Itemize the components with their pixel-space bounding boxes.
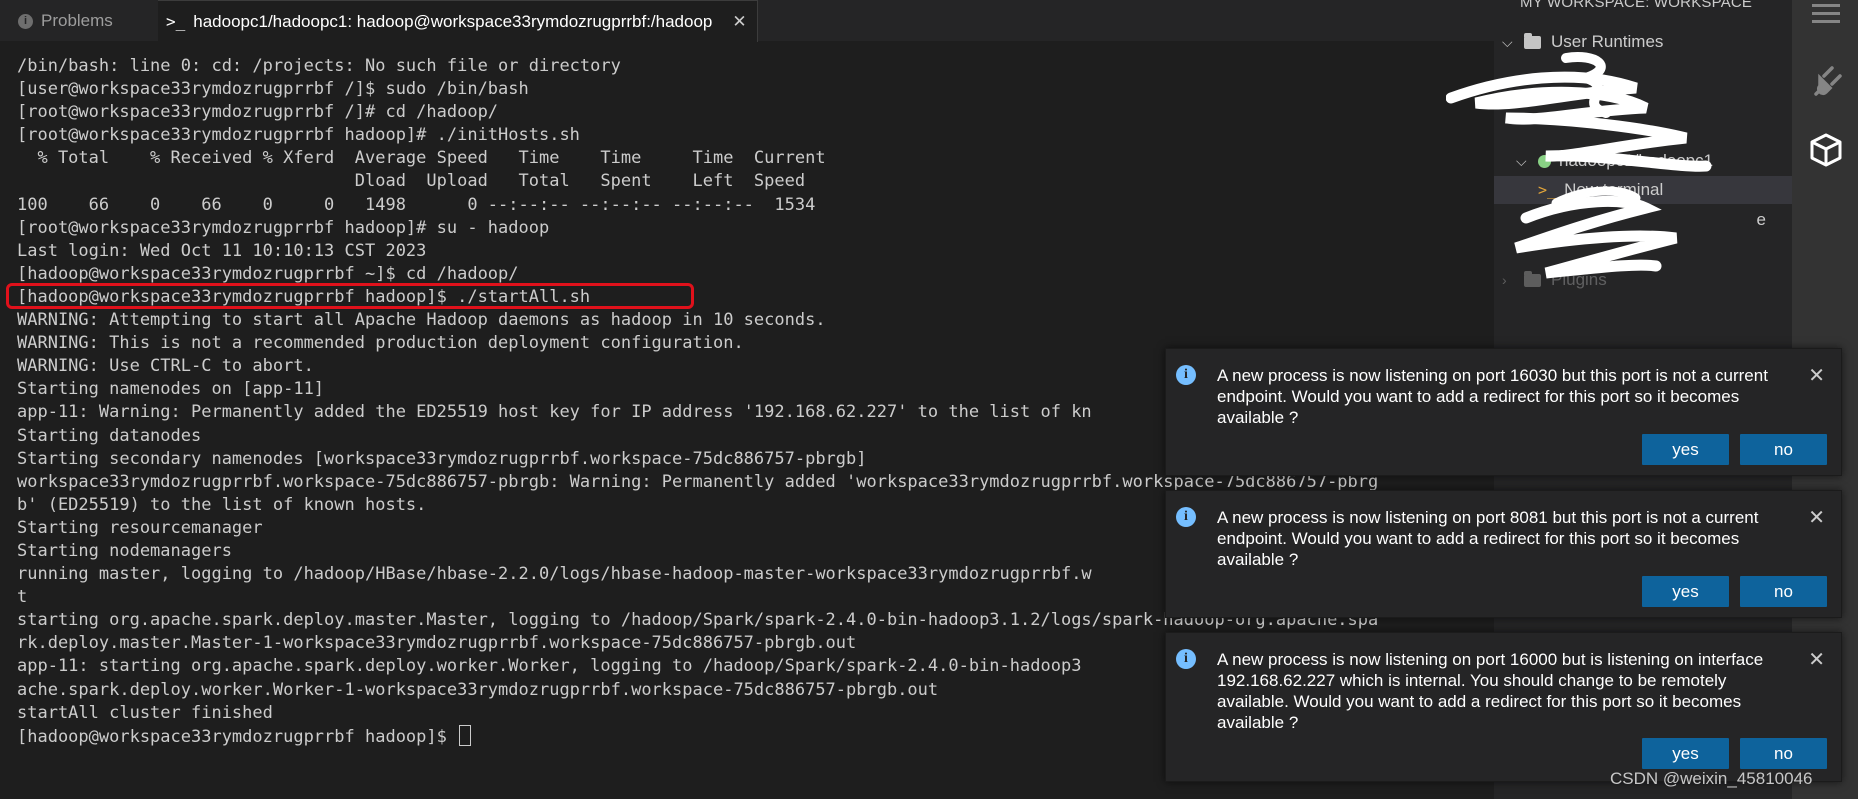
runtime-partial-label: e: [1756, 210, 1766, 229]
plugin-icon[interactable]: [1808, 64, 1844, 100]
port-notification-8081: i A new process is now listening on port…: [1165, 490, 1842, 618]
problems-icon: i: [18, 13, 33, 29]
yes-button[interactable]: yes: [1642, 576, 1729, 607]
tab-problems[interactable]: i Problems: [18, 0, 113, 42]
tab-problems-label: Problems: [41, 11, 113, 30]
panel-tab-bar: i Problems >_ hadoopc1/hadoopc1: hadoop@…: [0, 0, 1494, 42]
tab-terminal[interactable]: >_ hadoopc1/hadoopc1: hadoop@workspace33…: [158, 0, 758, 42]
info-icon: i: [1176, 365, 1196, 385]
terminal-icon: >_: [166, 12, 186, 31]
info-icon: i: [1176, 507, 1196, 527]
folder-icon: [1524, 32, 1541, 49]
close-tab-icon[interactable]: ✕: [732, 12, 746, 32]
notification-message: A new process is now listening on port 8…: [1217, 508, 1759, 569]
terminal-line: [root@workspace33rymdozrugprrbf hadoop]#…: [17, 125, 580, 146]
no-button[interactable]: no: [1740, 434, 1827, 465]
terminal-line: [root@workspace33rymdozrugprrbf hadoop]#…: [17, 217, 550, 238]
terminal-line: Last login: Wed Oct 11 10:10:13 CST 2023: [17, 240, 427, 261]
no-button[interactable]: no: [1740, 738, 1827, 769]
terminal-line: [user@workspace33rymdozrugprrbf /]$ sudo…: [17, 79, 529, 100]
cube-icon[interactable]: [1808, 132, 1844, 168]
red-highlight-annotation: [6, 283, 694, 309]
tab-terminal-label: hadoopc1/hadoopc1: hadoop@workspace33rym…: [193, 11, 713, 31]
yes-button[interactable]: yes: [1642, 738, 1729, 769]
redaction-scribble: [1446, 52, 1712, 279]
terminal-line: WARNING: Attempting to start all Apache …: [17, 310, 826, 331]
watermark: CSDN @weixin_45810046: [1610, 769, 1813, 788]
notification-message: A new process is now listening on port 1…: [1217, 650, 1764, 732]
close-icon[interactable]: ✕: [1808, 505, 1825, 530]
no-button[interactable]: no: [1740, 576, 1827, 607]
terminal-prompt: [hadoop@workspace33rymdozrugprrbf hadoop…: [17, 726, 458, 747]
notification-message: A new process is now listening on port 1…: [1217, 366, 1768, 427]
terminal-line: [root@workspace33rymdozrugprrbf /]# cd /…: [17, 102, 499, 123]
sidebar-title: MY WORKSPACE: WORKSPACE: [1520, 0, 1753, 11]
close-icon[interactable]: ✕: [1808, 363, 1825, 388]
close-icon[interactable]: ✕: [1808, 647, 1825, 672]
port-notification-16030: i A new process is now listening on port…: [1165, 348, 1842, 476]
terminal-line: Dload Upload Total Spent Left Speed: [17, 171, 806, 192]
list-icon[interactable]: [1808, 0, 1844, 32]
terminal-line: 100 66 0 66 0 0 1498 0 --:--:-- --:--:--…: [17, 194, 816, 215]
terminal-cursor: [459, 724, 472, 746]
terminal-line: % Total % Received % Xferd Average Speed…: [17, 148, 826, 169]
yes-button[interactable]: yes: [1642, 434, 1729, 465]
info-icon: i: [1176, 649, 1196, 669]
terminal-line: /bin/bash: line 0: cd: /projects: No suc…: [17, 56, 621, 76]
port-notification-16000: i A new process is now listening on port…: [1165, 632, 1842, 782]
